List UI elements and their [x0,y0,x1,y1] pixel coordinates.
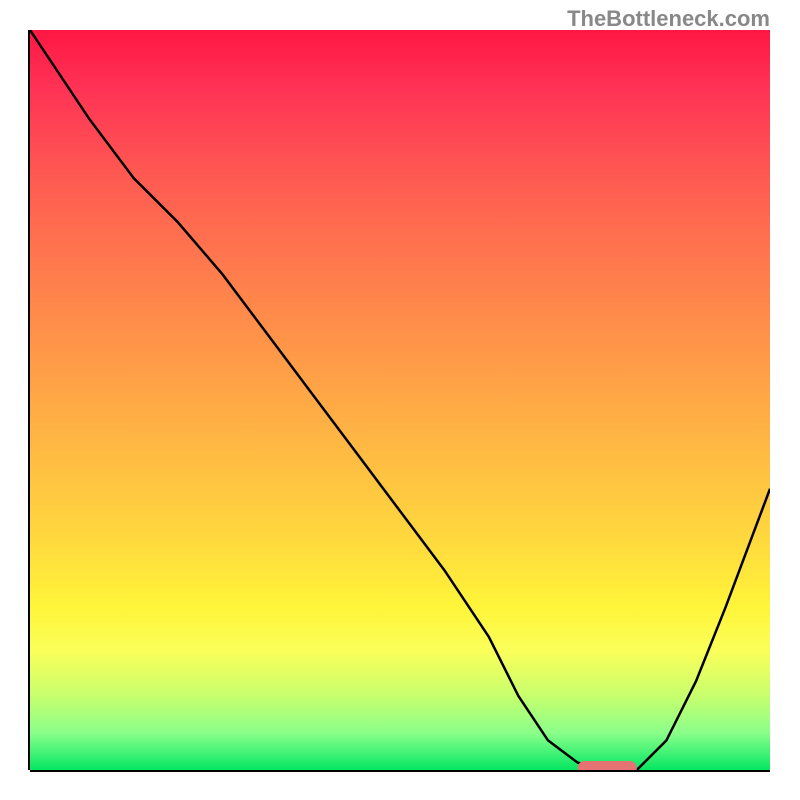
plot-area [30,30,770,770]
curve-line [30,30,770,770]
chart-container: TheBottleneck.com [0,0,800,800]
minimum-marker [578,761,637,770]
watermark: TheBottleneck.com [567,6,770,32]
x-axis [30,770,770,772]
chart-overlay [30,30,770,770]
y-axis [28,30,30,770]
